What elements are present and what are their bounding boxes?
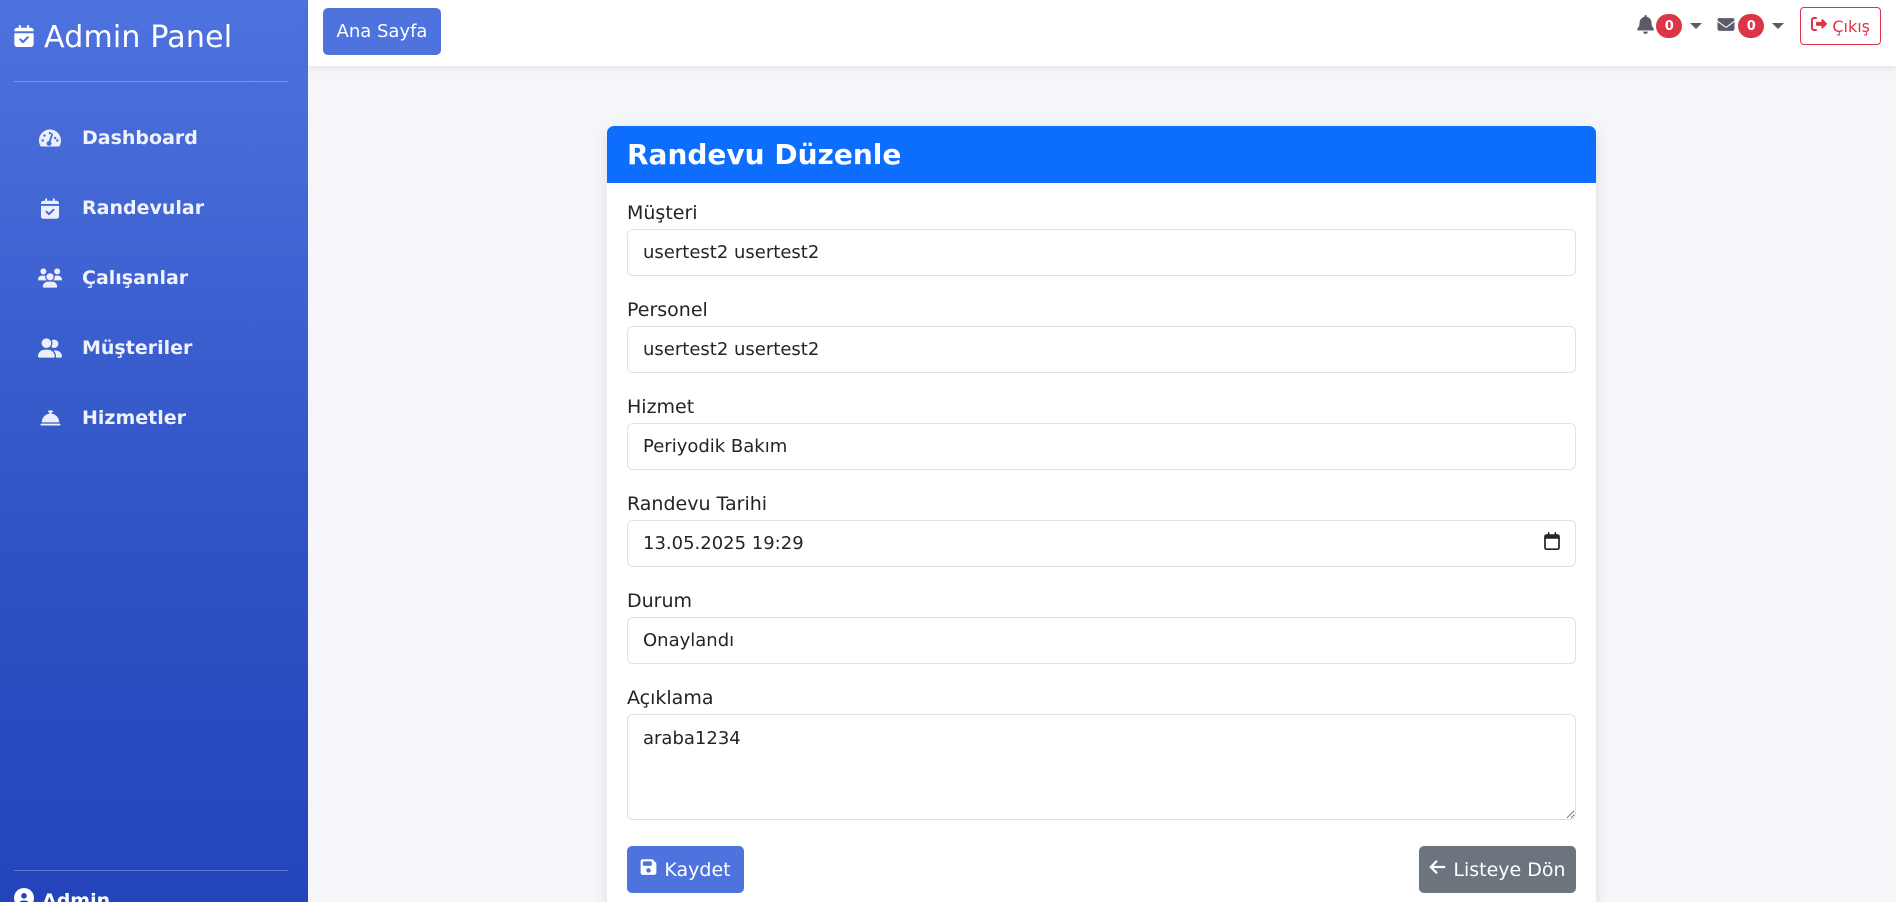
user-friends-icon xyxy=(38,336,62,360)
save-button[interactable]: Kaydet xyxy=(627,846,744,893)
sidebar-item-label: Hizmetler xyxy=(82,407,187,429)
notifications-count-badge: 0 xyxy=(1656,14,1683,38)
sidebar-item-label: Müşteriler xyxy=(82,337,193,359)
chevron-down-icon xyxy=(1772,23,1785,29)
topbar-actions: 0 0 Çıkış xyxy=(1637,6,1881,46)
service-value: Periyodik Bakım xyxy=(643,436,788,457)
date-label: Randevu Tarihi xyxy=(627,493,768,515)
service-field-group: Hizmet Periyodik Bakım xyxy=(627,394,1576,470)
sidebar-nav: Dashboard Randevular Çalışanlar Müşteril… xyxy=(0,103,308,453)
sidebar-item-musteriler[interactable]: Müşteriler xyxy=(0,313,308,383)
messages-dropdown[interactable]: 0 xyxy=(1716,6,1785,46)
appointment-date-input[interactable]: 13.05.2025 19:29 xyxy=(627,520,1576,567)
service-field[interactable]: Periyodik Bakım xyxy=(627,423,1576,470)
customer-field-group: Müşteri usertest2 usertest2 xyxy=(627,200,1576,276)
users-icon xyxy=(38,266,62,290)
user-circle-icon xyxy=(14,888,34,902)
home-button[interactable]: Ana Sayfa xyxy=(323,8,441,55)
sidebar-divider xyxy=(14,81,288,82)
staff-field-group: Personel usertest2 usertest2 xyxy=(627,297,1576,373)
chevron-down-icon xyxy=(1690,23,1703,29)
description-textarea[interactable]: araba1234 xyxy=(627,714,1576,820)
sidebar-item-hizmetler[interactable]: Hizmetler xyxy=(0,383,308,453)
bell-icon xyxy=(1637,14,1655,38)
description-label: Açıklama xyxy=(627,687,714,709)
notifications-dropdown[interactable]: 0 xyxy=(1637,6,1703,46)
calendar-check-icon xyxy=(38,196,62,220)
topbar: Ana Sayfa 0 0 Çıkış xyxy=(308,0,1896,66)
date-value: 13.05.2025 19:29 xyxy=(643,533,804,554)
sign-out-icon xyxy=(1811,16,1828,36)
sidebar-item-label: Dashboard xyxy=(82,127,198,149)
logout-button[interactable]: Çıkış xyxy=(1800,7,1881,45)
customer-label: Müşteri xyxy=(627,202,698,224)
customer-field[interactable]: usertest2 usertest2 xyxy=(627,229,1576,276)
arrow-left-icon xyxy=(1429,858,1446,881)
tachometer-icon xyxy=(38,126,62,150)
calendar-check-icon xyxy=(14,20,34,55)
date-field-group: Randevu Tarihi 13.05.2025 19:29 xyxy=(627,491,1576,567)
sidebar-item-label: Çalışanlar xyxy=(82,267,189,289)
back-to-list-button[interactable]: Listeye Dön xyxy=(1419,846,1576,893)
status-field-group: Durum Onaylandı xyxy=(627,588,1576,664)
brand[interactable]: Admin Panel xyxy=(14,20,232,55)
sidebar-item-randevular[interactable]: Randevular xyxy=(0,173,308,243)
sidebar-item-dashboard[interactable]: Dashboard xyxy=(0,103,308,173)
logout-label: Çıkış xyxy=(1832,16,1870,36)
status-field[interactable]: Onaylandı xyxy=(627,617,1576,664)
staff-field[interactable]: usertest2 usertest2 xyxy=(627,326,1576,373)
service-label: Hizmet xyxy=(627,396,695,418)
calendar-icon[interactable] xyxy=(1544,532,1560,555)
sidebar-item-label: Randevular xyxy=(82,197,205,219)
staff-label: Personel xyxy=(627,299,708,321)
back-label: Listeye Dön xyxy=(1453,858,1566,881)
status-label: Durum xyxy=(627,590,693,612)
staff-value: usertest2 usertest2 xyxy=(643,339,820,360)
edit-appointment-card: Randevu Düzenle Müşteri usertest2 userte… xyxy=(607,126,1596,902)
messages-count-badge: 0 xyxy=(1738,14,1765,38)
description-field-group: Açıklama araba1234 xyxy=(627,685,1576,820)
status-value: Onaylandı xyxy=(643,630,735,651)
sidebar-item-calisanlar[interactable]: Çalışanlar xyxy=(0,243,308,313)
save-label: Kaydet xyxy=(664,858,731,881)
concierge-bell-icon xyxy=(38,406,62,430)
card-title: Randevu Düzenle xyxy=(607,126,1596,183)
brand-title: Admin Panel xyxy=(44,20,233,55)
sidebar: Admin Panel Dashboard Randevular Çalışan… xyxy=(0,0,308,902)
save-icon xyxy=(640,858,657,881)
envelope-icon xyxy=(1716,16,1736,37)
sidebar-user-label: Admin xyxy=(42,889,111,902)
sidebar-user[interactable]: Admin xyxy=(14,888,110,902)
customer-value: usertest2 usertest2 xyxy=(643,242,820,263)
sidebar-bottom-divider xyxy=(14,870,288,871)
